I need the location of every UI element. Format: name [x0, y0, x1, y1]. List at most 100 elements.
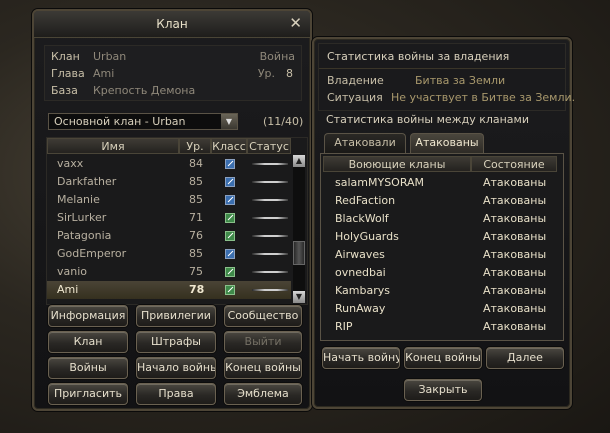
war-clan-name: RIP [335, 320, 353, 333]
status-sword-icon [252, 271, 288, 273]
member-name: vanio [57, 265, 88, 278]
status-sword-icon [252, 199, 288, 201]
war-state: Атакованы [483, 212, 547, 225]
member-scrollbar[interactable]: ▲ ▼ [293, 155, 305, 303]
member-count: (11/40) [263, 115, 304, 128]
member-name: Melanie [57, 193, 100, 206]
class-icon [225, 213, 235, 223]
subclan-dropdown[interactable]: Основной клан - Urban ▼ [48, 113, 238, 130]
col-header-state[interactable]: Состояние [471, 156, 557, 172]
member-name: Darkfather [57, 175, 117, 188]
table-row[interactable]: Kambarys Атакованы [321, 282, 563, 300]
member-level: 85 [189, 175, 203, 188]
member-level: 84 [189, 157, 203, 170]
table-row[interactable]: salamMYSORAM Атакованы [321, 174, 563, 192]
close-button[interactable]: Закрыть [404, 379, 482, 401]
war-label: Война [259, 50, 295, 63]
war-state: Атакованы [483, 248, 547, 261]
status-sword-icon [252, 289, 288, 291]
table-row[interactable]: BlackWolf Атакованы [321, 210, 563, 228]
tab-attacking[interactable]: Атакованы [410, 133, 484, 153]
war-state: Атакованы [483, 230, 547, 243]
level-label: Ур. [257, 67, 275, 80]
table-row[interactable]: Airwaves Атакованы [321, 246, 563, 264]
scroll-up-icon[interactable]: ▲ [293, 155, 305, 167]
member-name: Patagonia [57, 229, 112, 242]
territory-war-title: Статистика войны за владения [327, 50, 510, 63]
class-icon [225, 249, 235, 259]
member-level: 71 [189, 211, 203, 224]
situation-value: Не участвует в Битве за Земли. [391, 91, 576, 104]
war-clan-name: Kambarys [335, 284, 390, 297]
table-row[interactable]: Darkfather 85 [47, 173, 291, 191]
war-end-button[interactable]: Конец войны [224, 357, 302, 379]
col-header-name[interactable]: Имя [47, 138, 179, 154]
member-table: Имя Ур. Класс Статус vaxx 84 Darkfather … [46, 137, 308, 305]
scroll-down-icon[interactable]: ▼ [293, 291, 305, 303]
clan-window-titlebar[interactable]: Клан ✕ [34, 11, 310, 38]
penalties-button[interactable]: Штрафы [136, 331, 216, 353]
community-button[interactable]: Сообщество [224, 305, 302, 327]
member-level: 85 [189, 193, 203, 206]
table-row[interactable]: ovnedbai Атакованы [321, 264, 563, 282]
status-sword-icon [252, 235, 288, 237]
table-row[interactable]: RunAway Атакованы [321, 300, 563, 318]
base-value: Крепость Демона [93, 84, 196, 97]
war-rows: salamMYSORAM Атакованы RedFaction Атаков… [321, 174, 563, 336]
info-button[interactable]: Информация [48, 305, 128, 327]
leave-button[interactable]: Выйти [224, 331, 302, 353]
war-clan-name: ovnedbai [335, 266, 386, 279]
col-header-clans[interactable]: Воюющие кланы [323, 156, 471, 172]
war-state: Атакованы [483, 194, 547, 207]
table-row[interactable]: GodEmperor 85 [47, 245, 291, 263]
privileges-button[interactable]: Привилегии [136, 305, 216, 327]
leader-label: Глава [51, 67, 85, 80]
clan-button[interactable]: Клан [48, 331, 128, 353]
table-row[interactable]: vaxx 84 [47, 155, 291, 173]
territory-war-section: Статистика войны за владения Владение Би… [318, 43, 575, 111]
chevron-down-icon[interactable]: ▼ [221, 114, 237, 129]
close-icon[interactable]: ✕ [289, 14, 302, 32]
status-sword-icon [252, 163, 288, 165]
col-header-level[interactable]: Ур. [179, 138, 211, 154]
table-row-selected[interactable]: Ami 78 [47, 281, 291, 299]
member-level: 85 [189, 247, 203, 260]
table-row[interactable]: HolyGuards Атакованы [321, 228, 563, 246]
class-icon [225, 285, 235, 295]
invite-button[interactable]: Пригласить [48, 383, 128, 405]
member-rows: vaxx 84 Darkfather 85 Melanie 85 SirLurk… [47, 155, 291, 303]
ownership-value: Битва за Земли [415, 74, 506, 87]
table-row[interactable]: RIP Атакованы [321, 318, 563, 336]
war-clan-name: Airwaves [335, 248, 385, 261]
war-state: Атакованы [483, 302, 547, 315]
next-button[interactable]: Далее [486, 347, 564, 369]
emblem-button[interactable]: Эмблема [224, 383, 302, 405]
scrollbar-thumb[interactable] [293, 241, 305, 265]
table-row[interactable]: SirLurker 71 [47, 209, 291, 227]
col-header-status[interactable]: Статус [247, 138, 291, 154]
war-clan-name: HolyGuards [335, 230, 399, 243]
start-war-button[interactable]: Начать войну [322, 347, 400, 369]
member-level: 76 [189, 229, 203, 242]
war-start-button[interactable]: Начало войны [136, 357, 216, 379]
divider [319, 68, 565, 69]
wars-button[interactable]: Войны [48, 357, 128, 379]
table-row[interactable]: RedFaction Атакованы [321, 192, 563, 210]
ownership-label: Владение [327, 74, 384, 87]
end-war-button[interactable]: Конец войны [404, 347, 482, 369]
member-name: Ami [57, 283, 79, 296]
rights-button[interactable]: Права [136, 383, 216, 405]
table-row[interactable]: Melanie 85 [47, 191, 291, 209]
col-header-class[interactable]: Класс [211, 138, 247, 154]
clan-war-title: Статистика войны между кланами [326, 113, 529, 126]
war-state: Атакованы [483, 176, 547, 189]
table-row[interactable]: vanio 75 [47, 263, 291, 281]
tab-attacked[interactable]: Атаковали [324, 133, 406, 153]
class-icon [225, 231, 235, 241]
table-row[interactable]: Patagonia 76 [47, 227, 291, 245]
subclan-dropdown-value: Основной клан - Urban [54, 115, 186, 128]
war-state: Атакованы [483, 320, 547, 333]
clan-value: Urban [93, 50, 127, 63]
member-name: SirLurker [57, 211, 107, 224]
status-sword-icon [252, 181, 288, 183]
